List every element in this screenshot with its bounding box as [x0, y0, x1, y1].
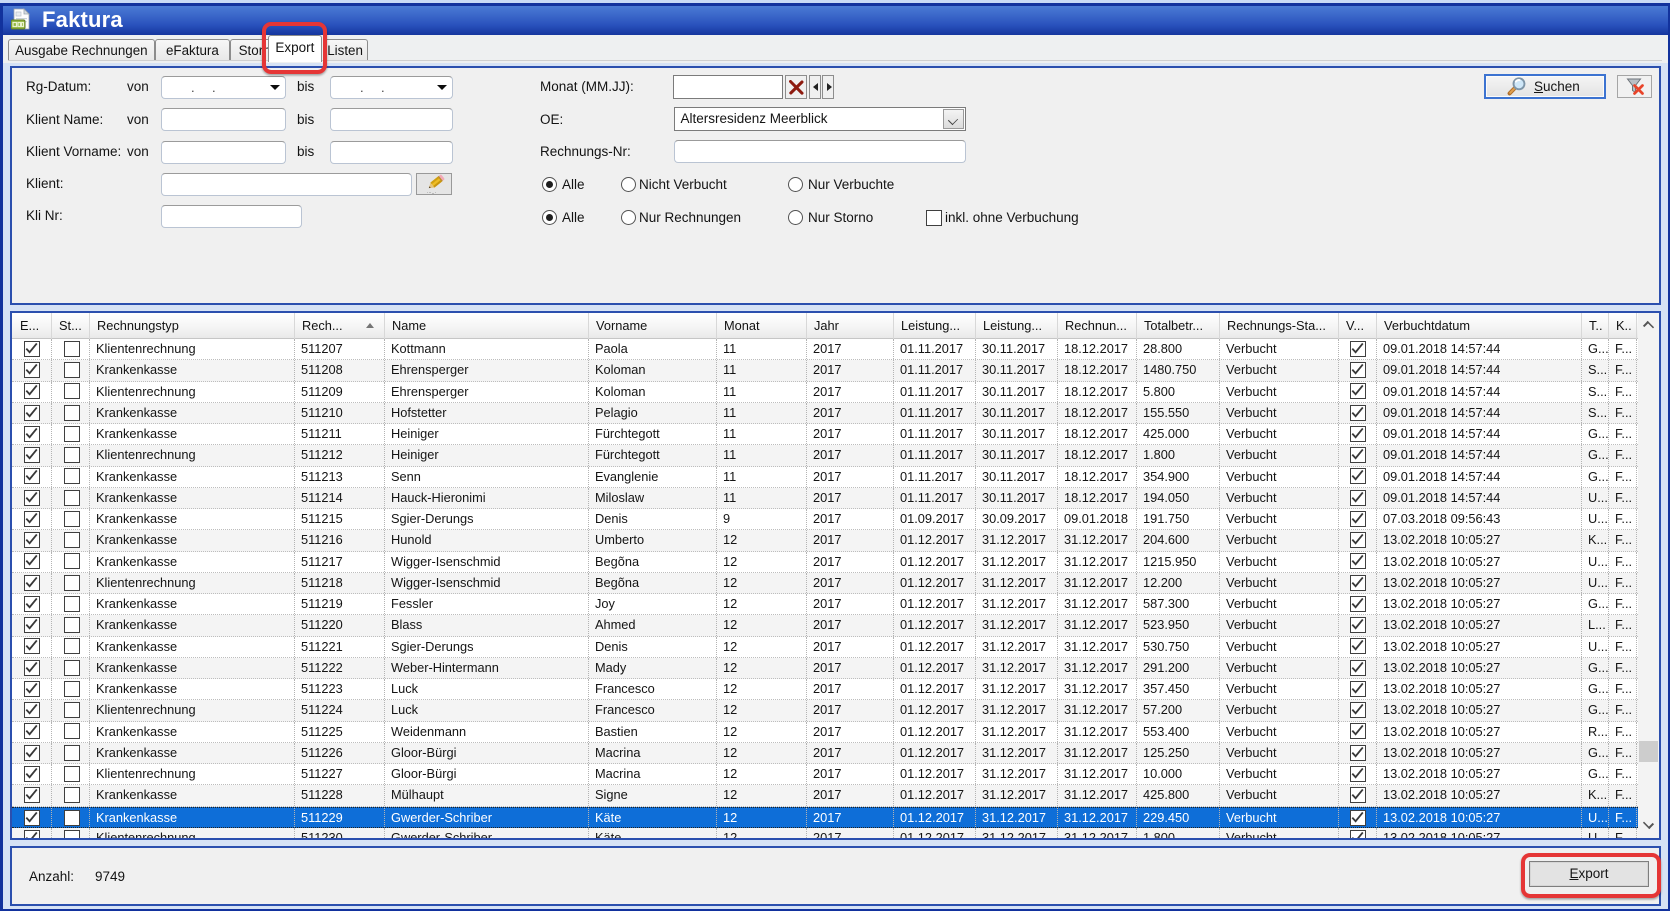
- svg-text:···․․·: ···․․·: [427, 190, 436, 195]
